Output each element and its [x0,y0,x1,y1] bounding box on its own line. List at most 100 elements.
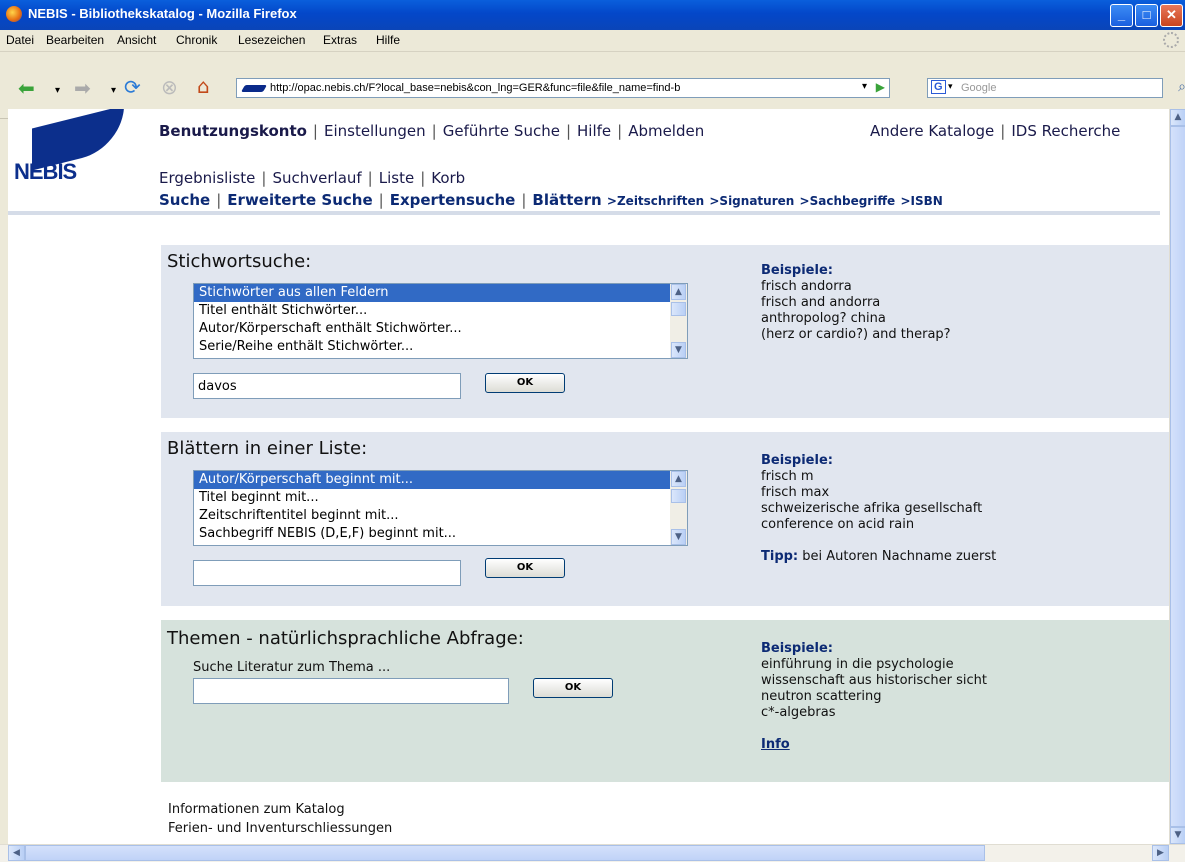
link-settings[interactable]: Einstellungen [324,122,426,140]
topic-ok-button[interactable]: OK [533,678,613,698]
menu-view[interactable]: Ansicht [117,33,156,47]
tip-text: bei Autoren Nachname zuerst [798,549,997,564]
page-content: NEBIS Benutzungskonto | Einstellungen | Gefü… [8,109,1169,844]
url-text: http://opac.nebis.ch/F?local_base=nebis&… [270,82,681,94]
link-logout[interactable]: Abmelden [628,122,704,140]
scroll-left-icon[interactable]: ◀ [8,845,25,861]
google-engine-icon[interactable]: G [931,80,946,94]
keyword-option[interactable]: Titel enthält Stichwörter... [194,302,687,320]
menu-tools[interactable]: Extras [323,33,357,47]
scroll-down-icon[interactable]: ▼ [671,342,686,358]
link-help[interactable]: Hilfe [577,122,611,140]
browse-examples: Beispiele: frisch m frisch max schweizer… [761,453,996,565]
scroll-thumb[interactable] [671,489,686,503]
link-subjects[interactable]: >Sachbegriffe [800,194,896,208]
page-horizontal-scrollbar[interactable]: ◀ ▶ [0,844,1185,862]
scroll-right-icon[interactable]: ▶ [1152,845,1169,861]
link-result-list[interactable]: Ergebnisliste [159,169,255,187]
maximize-button[interactable]: □ [1135,4,1158,27]
link-guided-search[interactable]: Geführte Suche [443,122,560,140]
topic-examples: Beispiele: einführung in die psychologie… [761,641,987,753]
window-title: NEBIS - Bibliothekskatalog - Mozilla Fir… [28,6,297,21]
scroll-down-icon[interactable]: ▼ [1170,827,1185,844]
back-dropdown-icon[interactable]: ▾ [55,80,60,102]
keyword-examples: Beispiele: frisch andorra frisch and and… [761,263,951,343]
example-text: (herz or cardio?) and therap? [761,327,951,342]
browse-ok-button[interactable]: OK [485,558,565,578]
browse-option[interactable]: Sachbegriff NEBIS (D,E,F) beginnt mit... [194,525,687,543]
forward-icon[interactable]: ➡ [74,77,91,99]
home-icon[interactable]: ⌂ [197,75,210,97]
link-isbn[interactable]: >ISBN [900,194,942,208]
close-button[interactable]: ✕ [1160,4,1183,27]
reload-icon[interactable]: ⟳ [124,76,141,98]
scroll-up-icon[interactable]: ▲ [1170,109,1185,126]
scroll-down-icon[interactable]: ▼ [671,529,686,545]
engine-dropdown-icon[interactable]: ▾ [948,81,953,92]
keyword-input[interactable] [193,373,461,399]
scroll-up-icon[interactable]: ▲ [671,471,686,487]
go-icon[interactable]: ▶ [876,80,885,94]
menu-history[interactable]: Chronik [176,33,217,47]
topic-search-label: Suche Literatur zum Thema ... [193,660,391,675]
browse-option[interactable]: Zeitschriftentitel beginnt mit... [194,507,687,525]
link-account[interactable]: Benutzungskonto [159,122,307,140]
menu-file[interactable]: Datei [6,33,34,47]
scroll-thumb[interactable] [25,845,985,861]
keyword-option[interactable]: Stichwörter aus allen Feldern [194,284,687,302]
keyword-option[interactable]: Serie/Reihe enthält Stichwörter... [194,338,687,356]
example-text: anthropolog? china [761,311,886,326]
holiday-closures-link[interactable]: Ferien- und Inventurschliessungen [168,821,392,836]
listbox-scrollbar[interactable]: ▲ ▼ [670,471,687,545]
account-nav: Benutzungskonto | Einstellungen | Geführte S… [159,122,705,140]
example-text: wissenschaft aus historischer sicht [761,673,987,688]
browse-option[interactable]: Titel beginnt mit... [194,489,687,507]
link-basket[interactable]: Korb [431,169,465,187]
scroll-thumb[interactable] [671,302,686,316]
page-vertical-scrollbar[interactable]: ▲ ▼ [1169,109,1185,844]
example-text: conference on acid rain [761,517,915,532]
minimize-button[interactable]: _ [1110,4,1133,27]
back-icon[interactable]: ⬅ [18,77,35,99]
link-search-history[interactable]: Suchverlauf [272,169,361,187]
menu-help[interactable]: Hilfe [376,33,400,47]
web-search-box[interactable]: G ▾ Google ⌕ [927,78,1185,98]
search-icon[interactable]: ⌕ [1178,78,1185,95]
link-other-catalogs[interactable]: Andere Kataloge [870,122,994,140]
link-ids-recherche[interactable]: IDS Recherche [1011,122,1120,140]
scroll-up-icon[interactable]: ▲ [671,284,686,300]
example-text: schweizerische afrika gesellschaft [761,501,983,516]
topic-input[interactable] [193,678,509,704]
browse-input[interactable] [193,560,461,586]
logo-text: NEBIS [14,159,77,184]
example-text: c*-algebras [761,705,836,720]
link-search[interactable]: Suche [159,191,210,209]
menu-bookmarks[interactable]: Lesezeichen [238,33,305,47]
stop-icon[interactable]: ⊗ [161,76,178,98]
tip-label: Tipp: [761,549,799,564]
link-browse[interactable]: Blättern [532,191,601,209]
keyword-field-select[interactable]: Stichwörter aus allen Feldern Titel enth… [193,283,688,359]
example-text: frisch m [761,469,814,484]
scroll-thumb[interactable] [1170,126,1185,827]
link-journals[interactable]: >Zeitschriften [607,194,704,208]
forward-dropdown-icon[interactable]: ▾ [111,80,116,102]
examples-label: Beispiele: [761,641,833,656]
menu-edit[interactable]: Bearbeiten [46,33,104,47]
link-advanced-search[interactable]: Erweiterte Suche [227,191,372,209]
link-list[interactable]: Liste [379,169,414,187]
browse-option[interactable]: Autor/Körperschaft beginnt mit... [194,471,687,489]
author-tip: Tipp: bei Autoren Nachname zuerst [761,549,996,565]
keyword-search-title: Stichwortsuche: [167,251,312,272]
info-link[interactable]: Info [761,737,790,752]
keyword-ok-button[interactable]: OK [485,373,565,393]
throbber-icon [1163,32,1179,48]
link-expert-search[interactable]: Expertensuche [390,191,516,209]
keyword-option[interactable]: Autor/Körperschaft enthält Stichwörter..… [194,320,687,338]
link-signatures[interactable]: >Signaturen [709,194,794,208]
url-bar[interactable]: http://opac.nebis.ch/F?local_base=nebis&… [236,78,890,98]
listbox-scrollbar[interactable]: ▲ ▼ [670,284,687,358]
catalog-info-link[interactable]: Informationen zum Katalog [168,802,345,817]
browse-field-select[interactable]: Autor/Körperschaft beginnt mit... Titel … [193,470,688,546]
url-dropdown-icon[interactable]: ▾ [862,81,867,92]
